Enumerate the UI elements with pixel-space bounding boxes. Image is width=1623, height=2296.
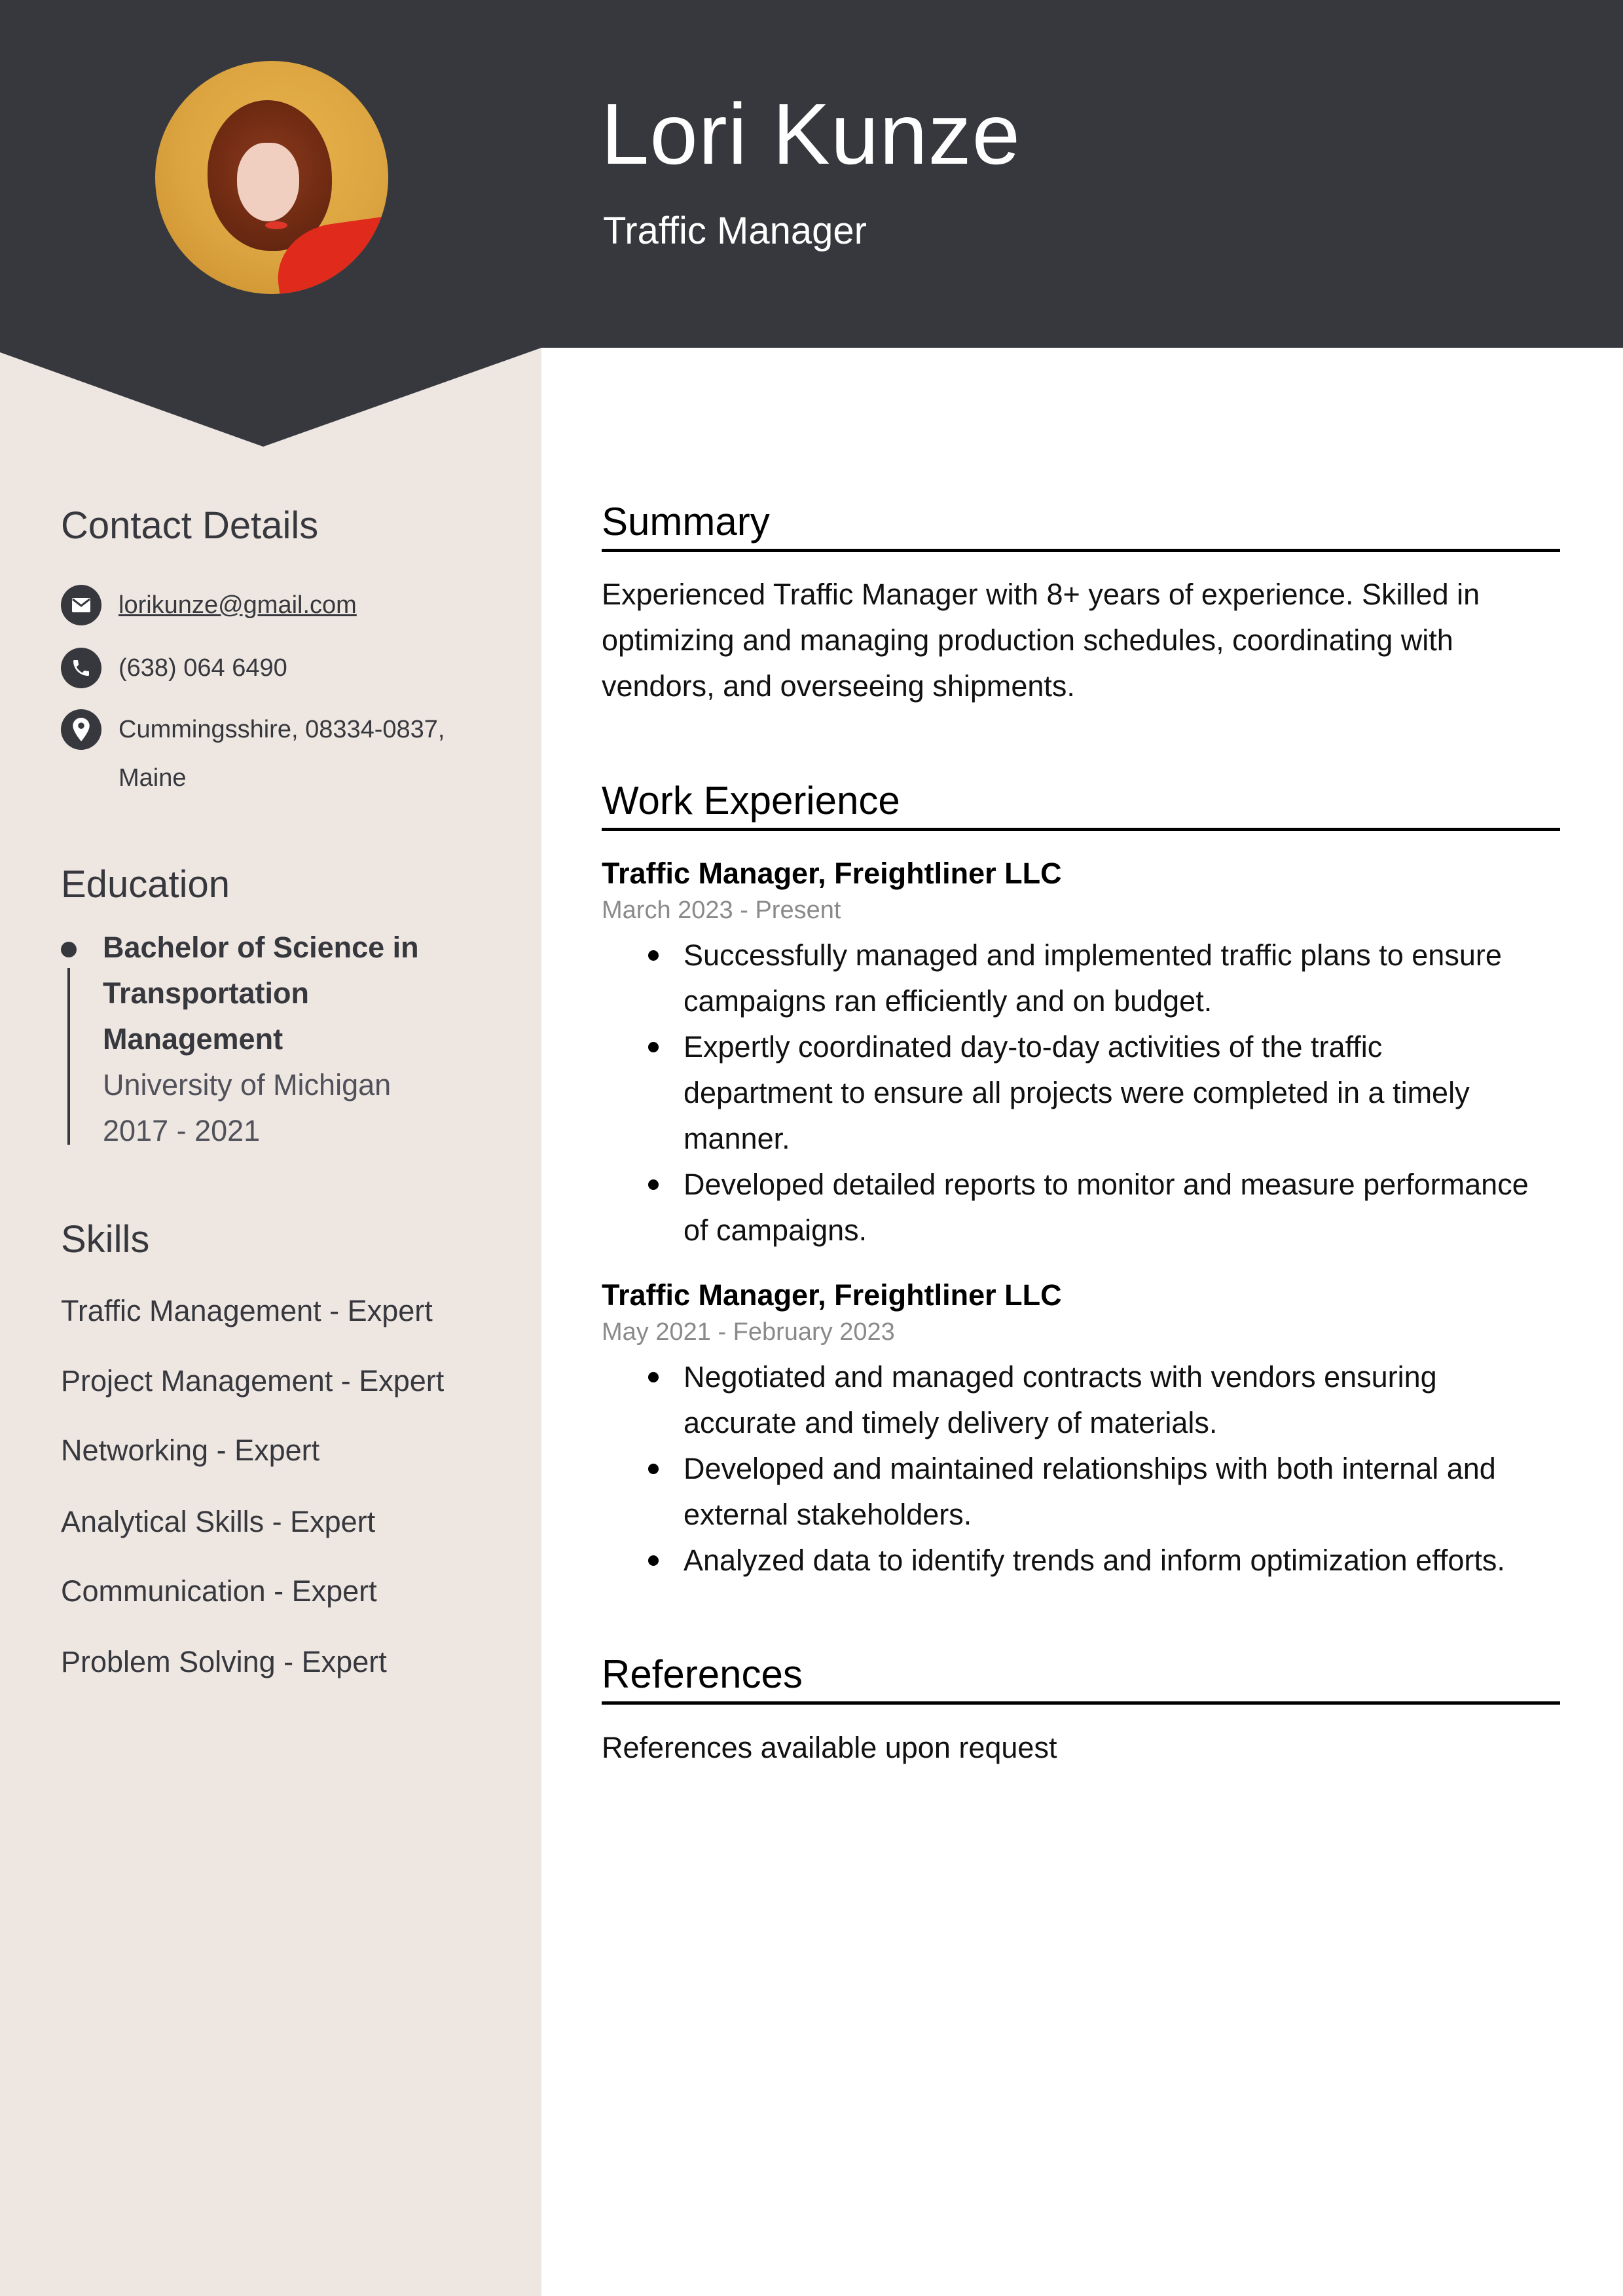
bullet-line: external stakeholders. [684,1498,972,1531]
work-experience-heading: Work Experience [602,778,1560,831]
skill-item: Analytical Skills - Expert [61,1505,376,1538]
contact-email-row[interactable]: lorikunze@gmail.com [61,585,357,629]
contact-heading: Contact Details [61,504,319,547]
summary-text: Experienced Traffic Manager with 8+ year… [602,572,1560,709]
bullet-item: Expertly coordinated day-to-day activiti… [602,1024,1560,1162]
timeline-dot-icon [61,942,77,957]
timeline-line [67,968,70,1145]
bullet-item: Developed and maintained relationships w… [602,1446,1560,1538]
education-years: 2017 - 2021 [103,1114,261,1147]
bullet-line: Expertly coordinated day-to-day activiti… [684,1030,1383,1064]
job-dates: March 2023 - Present [602,897,841,924]
bullet-line: manner. [684,1122,790,1155]
bullet-item: Analyzed data to identify trends and inf… [602,1538,1560,1583]
skill-item: Problem Solving - Expert [61,1645,387,1678]
skill-item: Communication - Expert [61,1574,377,1608]
header-chevron [0,347,541,447]
job-title: Traffic Manager, Freightliner LLC [602,857,1062,890]
envelope-icon [61,585,101,625]
summary-line: Experienced Traffic Manager with 8+ year… [602,578,1480,611]
photo-lips [265,221,287,229]
education-heading: Education [61,863,230,906]
skill-item: Project Management - Expert [61,1364,445,1398]
profile-photo [155,61,388,294]
skills-heading: Skills [61,1218,150,1261]
bullet-icon [648,1555,659,1566]
job-bullets: Successfully managed and implemented tra… [602,933,1560,1253]
bullet-line: Negotiated and managed contracts with ve… [684,1360,1437,1394]
bullet-icon [648,950,659,961]
bullet-line: Successfully managed and implemented tra… [684,938,1502,972]
degree-line-3: Management [103,1022,283,1056]
bullet-line: accurate and timely delivery of material… [684,1406,1218,1439]
references-text: References available upon request [602,1731,1057,1764]
bullet-item: Negotiated and managed contracts with ve… [602,1354,1560,1446]
bullet-item: Developed detailed reports to monitor an… [602,1162,1560,1253]
education-entry: Bachelor of Science in Transportation Ma… [103,925,509,1154]
summary-line: optimizing and managing production sched… [602,623,1453,657]
candidate-job-title: Traffic Manager [603,210,867,252]
email-link[interactable]: lorikunze@gmail.com [119,581,357,629]
bullet-icon [648,1179,659,1190]
bullet-line: Developed detailed reports to monitor an… [684,1168,1529,1201]
job-bullets: Negotiated and managed contracts with ve… [602,1354,1560,1583]
phone-icon [61,648,101,688]
candidate-name: Lori Kunze [601,86,1021,182]
bullet-line: department to ensure all projects were c… [684,1076,1470,1109]
bullet-icon [648,1042,659,1052]
bullet-item: Successfully managed and implemented tra… [602,933,1560,1024]
bullet-line: Developed and maintained relationships w… [684,1452,1496,1485]
bullet-icon [648,1372,659,1382]
job-dates: May 2021 - February 2023 [602,1318,895,1346]
degree-line-2: Transportation [103,976,310,1010]
summary-line: vendors, and overseeing shipments. [602,669,1075,703]
job-title: Traffic Manager, Freightliner LLC [602,1278,1062,1312]
skill-item: Networking - Expert [61,1434,320,1467]
bullet-line: campaigns ran efficiently and on budget. [684,984,1213,1018]
bullet-line: of campaigns. [684,1213,867,1247]
address-line-2: Maine [119,764,187,792]
degree-line-1: Bachelor of Science in [103,931,419,964]
contact-phone-row: (638) 064 6490 [61,648,287,692]
location-pin-icon [61,709,101,750]
phone-number: (638) 064 6490 [119,654,287,682]
address: Cummingsshire, 08334-0837, Maine [119,705,445,802]
address-line-1: Cummingsshire, 08334-0837, [119,716,445,743]
photo-face [237,143,299,221]
contact-address-row: Cummingsshire, 08334-0837, Maine [61,709,445,802]
references-heading: References [602,1652,1560,1705]
school-name: University of Michigan [103,1068,392,1102]
summary-heading: Summary [602,499,1560,552]
bullet-icon [648,1464,659,1474]
skill-item: Traffic Management - Expert [61,1294,433,1327]
bullet-line: Analyzed data to identify trends and inf… [684,1544,1505,1577]
